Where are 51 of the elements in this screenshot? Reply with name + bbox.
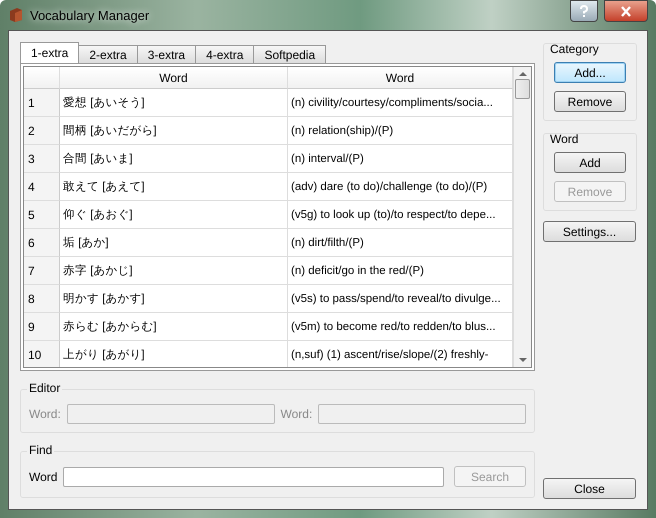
column-header[interactable]: Word	[60, 67, 288, 89]
row-number[interactable]: 9	[24, 313, 60, 341]
scrollbar[interactable]	[513, 67, 531, 367]
row-number[interactable]: 8	[24, 285, 60, 313]
table-cell: 上がり [あがり]	[60, 341, 288, 367]
help-icon	[579, 5, 589, 17]
table-cell: 明かす [あかす]	[60, 285, 288, 313]
field-label: Word:	[280, 407, 312, 421]
row-number[interactable]: 4	[24, 173, 60, 201]
row-number[interactable]: 6	[24, 229, 60, 257]
row-number[interactable]: 1	[24, 89, 60, 117]
scroll-thumb[interactable]	[515, 79, 530, 99]
settings-button[interactable]: Settings...	[543, 221, 636, 242]
add-button[interactable]: Add	[554, 152, 626, 173]
row-number[interactable]: 7	[24, 257, 60, 285]
group-title: Editor	[27, 381, 62, 395]
table-cell: 赤らむ [あからむ]	[60, 313, 288, 341]
scroll-up-icon[interactable]	[518, 71, 526, 77]
group-title: Find	[27, 443, 54, 457]
tab[interactable]: 2-extra	[78, 45, 138, 63]
row-number[interactable]: 2	[24, 117, 60, 145]
group-title: Word	[549, 132, 580, 146]
tab[interactable]: 4-extra	[195, 45, 254, 63]
search-field[interactable]	[63, 466, 444, 486]
table-cell: 間柄 [あいだがら]	[60, 117, 288, 145]
window-title: Vocabulary Manager	[30, 8, 150, 22]
row-number[interactable]: 5	[24, 201, 60, 229]
book-icon	[8, 7, 24, 23]
table-cell: 愛想 [あいそう]	[60, 89, 288, 117]
close-button[interactable]	[604, 0, 648, 22]
table-cell: 敢えて [あえて]	[60, 173, 288, 201]
scroll-down-icon[interactable]	[518, 357, 526, 363]
table-cell: 赤字 [あかじ]	[60, 257, 288, 285]
row-number[interactable]: 10	[24, 341, 60, 367]
help-button[interactable]	[570, 0, 598, 22]
column-header[interactable]: Word	[288, 67, 513, 89]
add-button[interactable]: Add...	[554, 62, 626, 83]
table-cell: 仰ぐ [あおぐ]	[60, 201, 288, 229]
corner-header	[24, 67, 60, 89]
field-label: Word:	[29, 407, 61, 421]
tab[interactable]: 3-extra	[136, 45, 196, 63]
close-icon	[620, 6, 632, 16]
tab[interactable]: Softpedia	[253, 45, 326, 63]
table-cell: 合間 [あいま]	[60, 145, 288, 173]
group-title: Category	[549, 42, 600, 56]
field-label: Word	[29, 470, 58, 484]
tab[interactable]: 1-extra	[20, 42, 80, 63]
table-cell: 垢 [あか]	[60, 229, 288, 257]
remove-button[interactable]: Remove	[554, 91, 626, 112]
row-number[interactable]: 3	[24, 145, 60, 173]
close-button[interactable]: Close	[543, 478, 636, 499]
